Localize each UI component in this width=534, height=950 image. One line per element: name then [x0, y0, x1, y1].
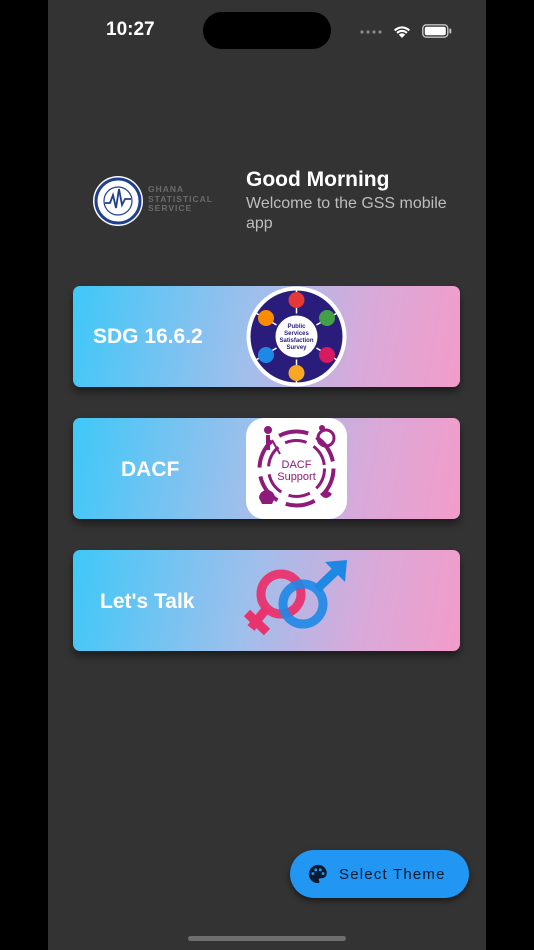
logo-line-3: SERVICE	[148, 203, 193, 213]
select-theme-label: Select Theme	[339, 865, 446, 883]
gss-seal-icon	[93, 176, 143, 226]
badge-word-3: Satisfaction	[279, 338, 313, 344]
dacf-word-1: DACF	[282, 459, 312, 471]
gss-logo: GHANA STATISTICAL SERVICE	[92, 175, 222, 227]
card-sdg-16-6-2[interactable]: SDG 16.6.2 Public Services Satisfaction …	[73, 286, 460, 387]
wifi-icon	[394, 26, 410, 38]
app-screen: 10:27 GHANA STATISTICAL SERVICE Good Mor…	[48, 0, 486, 950]
card-dacf-label: DACF	[121, 458, 180, 481]
battery-icon	[422, 24, 452, 38]
badge-word-1: Public	[287, 324, 306, 330]
home-indicator[interactable]	[188, 936, 346, 941]
badge-word-4: Survey	[286, 345, 307, 351]
dacf-support-badge-icon: DACF Support	[246, 418, 347, 519]
status-time: 10:27	[106, 19, 155, 40]
card-dacf[interactable]: DACF DACF Support	[73, 418, 460, 519]
card-sdg-label: SDG 16.6.2	[93, 325, 203, 348]
greeting-block: Good Morning Welcome to the GSS mobile a…	[246, 168, 466, 234]
card-lets-talk-label: Let's Talk	[100, 590, 195, 613]
gender-symbols-icon	[243, 560, 347, 636]
card-lets-talk[interactable]: Let's Talk	[73, 550, 460, 651]
public-services-survey-badge-icon: Public Services Satisfaction Survey	[246, 286, 347, 387]
select-theme-button[interactable]: Select Theme	[290, 850, 469, 898]
greeting-title: Good Morning	[246, 168, 390, 191]
header: GHANA STATISTICAL SERVICE Good Morning W…	[92, 168, 472, 238]
cellular-signal-icon	[360, 30, 382, 34]
dynamic-island	[203, 12, 331, 49]
badge-word-2: Services	[284, 331, 309, 337]
greeting-subtitle: Welcome to the GSS mobile app	[246, 195, 447, 232]
palette-icon	[308, 864, 327, 884]
status-icons	[360, 20, 452, 42]
dacf-word-2: Support	[277, 471, 316, 483]
